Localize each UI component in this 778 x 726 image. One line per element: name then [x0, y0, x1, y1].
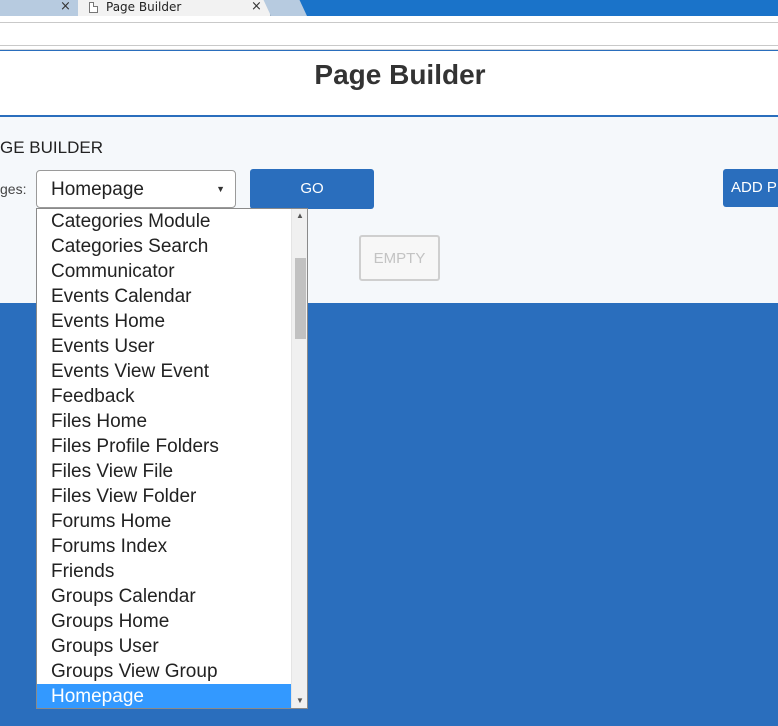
close-tab-icon[interactable]: × [60, 0, 71, 14]
dropdown-option[interactable]: Events Calendar [37, 284, 291, 309]
add-page-button[interactable]: ADD P [723, 169, 778, 207]
dropdown-option[interactable]: Events Home [37, 309, 291, 334]
dropdown-option[interactable]: Groups Home [37, 609, 291, 634]
scroll-up-arrow-icon[interactable]: ▲ [292, 209, 307, 223]
close-tab-icon[interactable]: × [251, 0, 262, 14]
scroll-down-arrow-icon[interactable]: ▼ [292, 694, 307, 708]
dropdown-option[interactable]: Feedback [37, 384, 291, 409]
section-heading: GE BUILDER [0, 138, 103, 157]
dropdown-option[interactable]: Communicator [37, 259, 291, 284]
page-select-value: Homepage [51, 179, 144, 200]
page-icon [89, 2, 98, 13]
empty-button[interactable]: EMPTY [359, 235, 440, 281]
browser-tab-page-builder[interactable]: Page Builder × [78, 0, 271, 16]
dropdown-option[interactable]: Files View Folder [37, 484, 291, 509]
dropdown-option[interactable]: Files View File [37, 459, 291, 484]
browser-tab-previous[interactable]: × [0, 0, 78, 16]
dropdown-option[interactable]: Groups View Group [37, 659, 291, 684]
new-tab-button[interactable] [263, 0, 307, 16]
pages-label: ges: [0, 181, 27, 197]
dropdown-option[interactable]: Homepage [37, 684, 291, 708]
page-select-dropdown[interactable]: Categories Module Categories Search Commun… [36, 208, 308, 709]
go-button[interactable]: GO [250, 169, 374, 209]
page-select[interactable]: Homepage ▼ [36, 170, 236, 208]
page-header: Page Builder [0, 51, 778, 116]
dropdown-option[interactable]: Forums Index [37, 534, 291, 559]
url-input[interactable] [0, 22, 778, 46]
chevron-down-icon: ▼ [216, 184, 225, 194]
dropdown-scrollbar[interactable]: ▲ ▼ [291, 209, 307, 708]
address-bar [0, 16, 778, 50]
dropdown-option[interactable]: Categories Search [37, 234, 291, 259]
browser-tab-bar: × Page Builder × [0, 0, 778, 16]
dropdown-option[interactable]: Friends [37, 559, 291, 584]
dropdown-option[interactable]: Forums Home [37, 509, 291, 534]
dropdown-option[interactable]: Events User [37, 334, 291, 359]
dropdown-option[interactable]: Groups User [37, 634, 291, 659]
dropdown-option[interactable]: Files Profile Folders [37, 434, 291, 459]
dropdown-option[interactable]: Categories Module [37, 209, 291, 234]
page-title: Page Builder [314, 59, 486, 90]
dropdown-option[interactable]: Events View Event [37, 359, 291, 384]
tab-title: Page Builder [106, 0, 182, 14]
dropdown-option[interactable]: Groups Calendar [37, 584, 291, 609]
dropdown-option[interactable]: Files Home [37, 409, 291, 434]
scroll-thumb[interactable] [295, 258, 306, 339]
